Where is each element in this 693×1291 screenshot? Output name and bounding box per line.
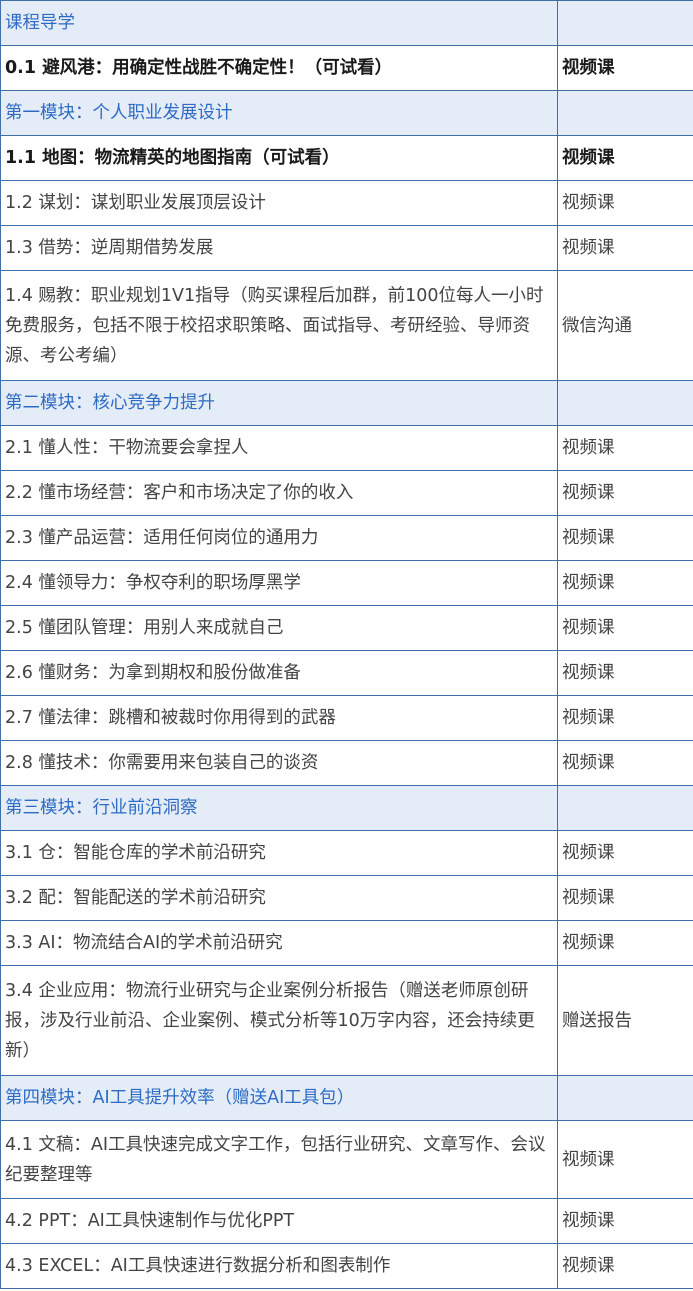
course-outline-table: 课程导学 0.1 避风港：用确定性战胜不确定性！（可试看） 视频课 第一模块：个人职业…: [0, 0, 693, 1289]
lesson-title: 2.6 懂财务：为拿到期权和股份做准备: [0, 650, 558, 696]
lesson-row: 2.1 懂人性：干物流要会拿捏人 视频课: [0, 425, 693, 471]
section-header-row: 课程导学: [0, 0, 693, 46]
lesson-title: 0.1 避风港：用确定性战胜不确定性！（可试看）: [0, 45, 558, 91]
lesson-type: 视频课: [557, 605, 693, 651]
lesson-type: [557, 1075, 693, 1121]
lesson-type: 视频课: [557, 225, 693, 271]
lesson-title: 1.3 借势：逆周期借势发展: [0, 225, 558, 271]
lesson-title: 1.4 赐教：职业规划1V1指导（购买课程后加群，前100位每人一小时免费服务，…: [0, 270, 558, 381]
lesson-title: 2.2 懂市场经营：客户和市场决定了你的收入: [0, 470, 558, 516]
lesson-row: 4.3 EXCEL：AI工具快速进行数据分析和图表制作 视频课: [0, 1243, 693, 1289]
lesson-type: 视频课: [557, 695, 693, 741]
lesson-type: [557, 380, 693, 426]
lesson-type: 视频课: [557, 1198, 693, 1244]
lesson-row: 2.2 懂市场经营：客户和市场决定了你的收入 视频课: [0, 470, 693, 516]
lesson-title: 1.2 谋划：谋划职业发展顶层设计: [0, 180, 558, 226]
lesson-type: 视频课: [557, 425, 693, 471]
lesson-type: 视频课: [557, 560, 693, 606]
lesson-type: 微信沟通: [557, 270, 693, 381]
lesson-row: 1.2 谋划：谋划职业发展顶层设计 视频课: [0, 180, 693, 226]
lesson-type: 视频课: [557, 875, 693, 921]
lesson-row: 4.1 文稿：AI工具快速完成文字工作，包括行业研究、文章写作、会议纪要整理等视…: [0, 1120, 693, 1199]
lesson-title: 4.1 文稿：AI工具快速完成文字工作，包括行业研究、文章写作、会议纪要整理等: [0, 1120, 558, 1199]
lesson-title: 2.1 懂人性：干物流要会拿捏人: [0, 425, 558, 471]
lesson-title: 4.2 PPT：AI工具快速制作与优化PPT: [0, 1198, 558, 1244]
lesson-type: [557, 785, 693, 831]
section-header-row: 第二模块：核心竞争力提升: [0, 380, 693, 426]
lesson-type: 视频课: [557, 135, 693, 181]
section-title: 第一模块：个人职业发展设计: [0, 90, 558, 136]
lesson-type: 赠送报告: [557, 965, 693, 1076]
section-header-row: 第三模块：行业前沿洞察: [0, 785, 693, 831]
lesson-row: 2.8 懂技术：你需要用来包装自己的谈资 视频课: [0, 740, 693, 786]
lesson-row: 2.6 懂财务：为拿到期权和股份做准备 视频课: [0, 650, 693, 696]
lesson-type: 视频课: [557, 650, 693, 696]
lesson-row: 2.5 懂团队管理：用别人来成就自己 视频课: [0, 605, 693, 651]
lesson-type: 视频课: [557, 830, 693, 876]
lesson-row: 3.2 配：智能配送的学术前沿研究 视频课: [0, 875, 693, 921]
lesson-type: 视频课: [557, 470, 693, 516]
lesson-row: 3.4 企业应用：物流行业研究与企业案例分析报告（赠送老师原创研报，涉及行业前沿…: [0, 965, 693, 1076]
section-header-row: 第一模块：个人职业发展设计: [0, 90, 693, 136]
lesson-type: 视频课: [557, 1243, 693, 1289]
lesson-title: 3.4 企业应用：物流行业研究与企业案例分析报告（赠送老师原创研报，涉及行业前沿…: [0, 965, 558, 1076]
lesson-type: 视频课: [557, 45, 693, 91]
lesson-row: 2.4 懂领导力：争权夺利的职场厚黑学 视频课: [0, 560, 693, 606]
lesson-type: 视频课: [557, 920, 693, 966]
lesson-title: 1.1 地图：物流精英的地图指南（可试看）: [0, 135, 558, 181]
lesson-row: 3.3 AI：物流结合AI的学术前沿研究 视频课: [0, 920, 693, 966]
lesson-title: 3.2 配：智能配送的学术前沿研究: [0, 875, 558, 921]
section-header-row: 第四模块：AI工具提升效率（赠送AI工具包）: [0, 1075, 693, 1121]
lesson-row: 2.3 懂产品运营：适用任何岗位的通用力 视频课: [0, 515, 693, 561]
section-title: 第四模块：AI工具提升效率（赠送AI工具包）: [0, 1075, 558, 1121]
lesson-title: 2.8 懂技术：你需要用来包装自己的谈资: [0, 740, 558, 786]
lesson-row: 1.3 借势：逆周期借势发展 视频课: [0, 225, 693, 271]
lesson-row: 2.7 懂法律：跳槽和被裁时你用得到的武器 视频课: [0, 695, 693, 741]
section-title: 第三模块：行业前沿洞察: [0, 785, 558, 831]
lesson-title: 4.3 EXCEL：AI工具快速进行数据分析和图表制作: [0, 1243, 558, 1289]
lesson-title: 3.1 仓：智能仓库的学术前沿研究: [0, 830, 558, 876]
lesson-type: 视频课: [557, 740, 693, 786]
lesson-type: 视频课: [557, 1120, 693, 1199]
lesson-type: [557, 90, 693, 136]
section-title: 第二模块：核心竞争力提升: [0, 380, 558, 426]
lesson-row: 3.1 仓：智能仓库的学术前沿研究 视频课: [0, 830, 693, 876]
lesson-title: 2.7 懂法律：跳槽和被裁时你用得到的武器: [0, 695, 558, 741]
lesson-row: 0.1 避风港：用确定性战胜不确定性！（可试看） 视频课: [0, 45, 693, 91]
table-body: 课程导学 0.1 避风港：用确定性战胜不确定性！（可试看） 视频课 第一模块：个人职业…: [0, 0, 693, 1289]
lesson-title: 3.3 AI：物流结合AI的学术前沿研究: [0, 920, 558, 966]
lesson-row: 1.4 赐教：职业规划1V1指导（购买课程后加群，前100位每人一小时免费服务，…: [0, 270, 693, 381]
section-title: 课程导学: [0, 0, 558, 46]
lesson-type: [557, 0, 693, 46]
lesson-row: 4.2 PPT：AI工具快速制作与优化PPT 视频课: [0, 1198, 693, 1244]
lesson-type: 视频课: [557, 180, 693, 226]
lesson-title: 2.4 懂领导力：争权夺利的职场厚黑学: [0, 560, 558, 606]
lesson-row: 1.1 地图：物流精英的地图指南（可试看） 视频课: [0, 135, 693, 181]
lesson-title: 2.5 懂团队管理：用别人来成就自己: [0, 605, 558, 651]
lesson-type: 视频课: [557, 515, 693, 561]
lesson-title: 2.3 懂产品运营：适用任何岗位的通用力: [0, 515, 558, 561]
